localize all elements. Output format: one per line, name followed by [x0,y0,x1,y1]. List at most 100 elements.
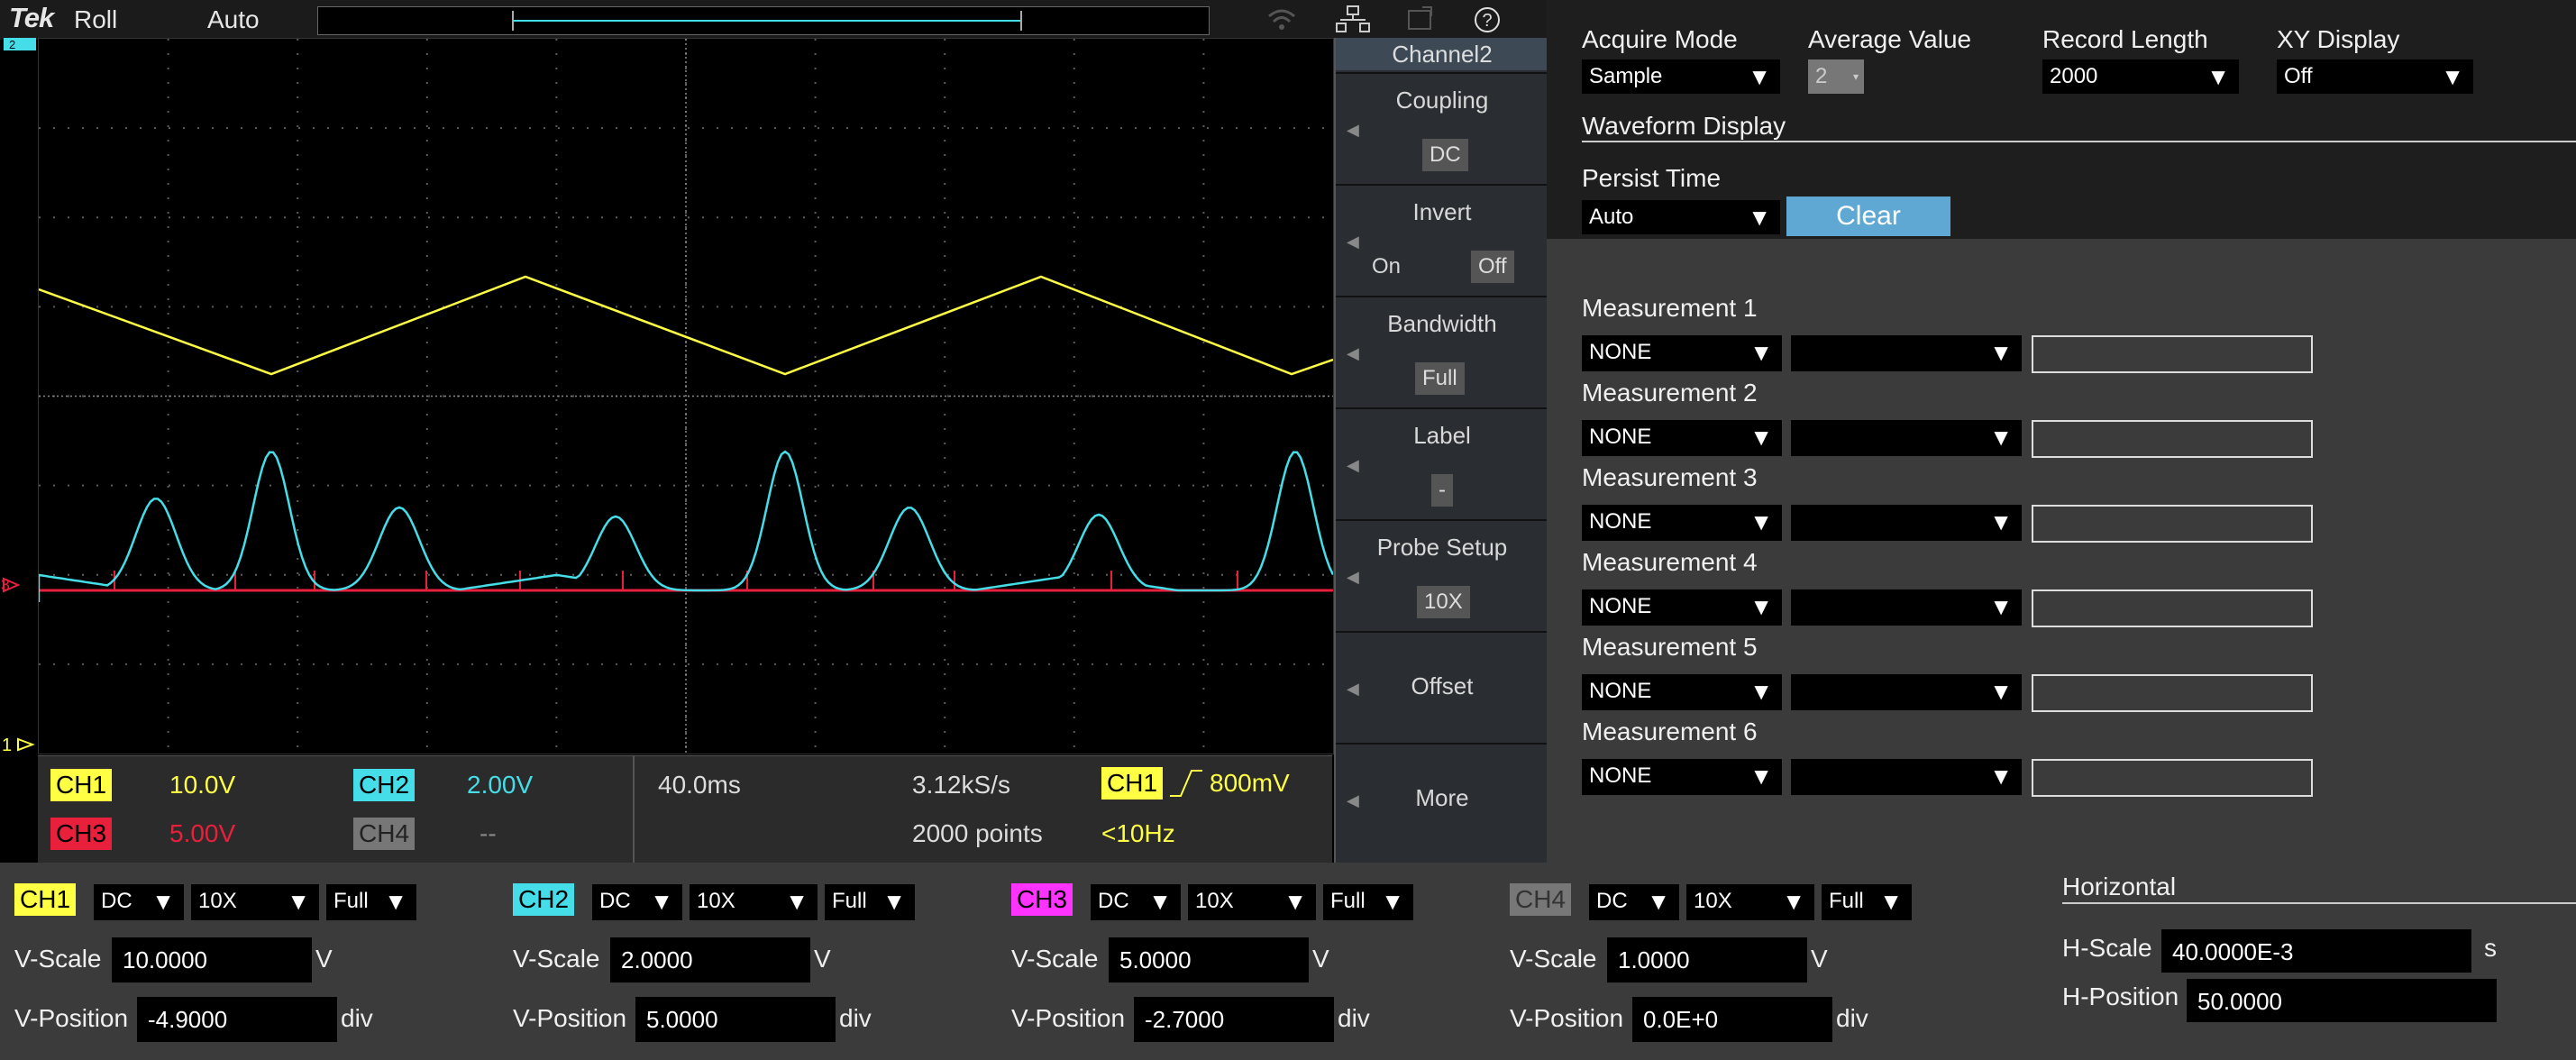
ch2-marker[interactable]: 2 [4,38,36,51]
grid-dot [1202,544,1205,545]
network-icon[interactable] [1336,5,1370,41]
v-scale-input[interactable]: 10.0000 [112,937,312,982]
bandwidth-select[interactable]: Full ▼ [1323,884,1413,920]
acquire-mode-select[interactable]: Sample ▼ [1582,59,1780,94]
v-scale-input[interactable]: 5.0000 [1109,937,1309,982]
bandwidth-select[interactable]: Full ▼ [1822,884,1912,920]
v-position-input[interactable]: 5.0000 [635,997,836,1042]
measurement-source-select[interactable]: ▼ [1791,674,2022,710]
grid-dot [558,484,560,487]
bandwidth-value: Full [1330,889,1366,913]
grid-dot [1178,484,1180,487]
coupling-select[interactable]: DC ▼ [592,884,682,920]
acq-mode-label[interactable]: Roll [74,5,117,34]
more-menu-item[interactable]: ◀ More [1336,743,1548,863]
v-position-input[interactable]: -2.7000 [1134,997,1334,1042]
grid-dot [1019,573,1021,576]
record-timeline[interactable] [317,6,1210,35]
label-value[interactable]: - [1431,474,1453,507]
label-label: Label [1413,422,1471,449]
grid-dot [1073,226,1075,228]
grid-dot [1063,127,1064,130]
channel-tag-ch1[interactable]: CH1 [14,883,77,916]
ch4-scale[interactable]: -- [480,819,497,848]
record-length-select[interactable]: 2000 ▼ [2042,59,2239,94]
measurement-type-select[interactable]: NONE ▼ [1582,589,1782,626]
coupling-select[interactable]: DC ▼ [94,884,184,920]
coupling-select[interactable]: DC ▼ [1589,884,1679,920]
grid-dot [1149,216,1151,219]
dropdown-arrow-icon: ▼ [785,888,808,915]
help-icon[interactable]: ? [1473,5,1502,41]
grid-dot [298,573,300,576]
measurement-source-select[interactable]: ▼ [1791,759,2022,795]
measurement-type-select[interactable]: NONE ▼ [1582,335,1782,371]
measurement-type-select[interactable]: NONE ▼ [1582,505,1782,541]
ch3-tag[interactable]: CH3 [50,818,113,850]
bandwidth-menu-item[interactable]: ◀ Bandwidth Full [1336,296,1548,407]
channel-tag-ch2[interactable]: CH2 [513,883,575,916]
measurement-type-select[interactable]: NONE ▼ [1582,759,1782,795]
coupling-menu-item[interactable]: ◀ Coupling DC [1336,72,1548,184]
v-position-input[interactable]: 0.0E+0 [1632,997,1832,1042]
offset-menu-item[interactable]: ◀ Offset [1336,631,1548,743]
status-divider [633,756,635,863]
measurement-type-select[interactable]: NONE ▼ [1582,420,1782,456]
invert-off-option[interactable]: Off [1471,251,1514,283]
ch3-scale[interactable]: 5.00V [169,819,235,848]
grid-dot [425,53,428,55]
probe-select[interactable]: 10X ▼ [1188,884,1316,920]
ch4-tag[interactable]: CH4 [353,818,416,850]
grid-dot [167,169,169,170]
invert-on-option[interactable]: On [1372,254,1401,279]
v-scale-input[interactable]: 2.0000 [610,937,810,982]
bandwidth-select[interactable]: Full ▼ [326,884,416,920]
label-menu-item[interactable]: ◀ Label - [1336,407,1548,519]
coupling-select[interactable]: DC ▼ [1091,884,1181,920]
grid-dot [53,484,55,487]
grid-dot [731,662,733,665]
grid-dot [399,306,401,308]
grid-dot [1073,241,1075,242]
probe-select[interactable]: 10X ▼ [1686,884,1814,920]
waveform-graticule[interactable] [37,38,1335,754]
trigger-level[interactable]: 800mV [1210,769,1290,798]
probe-setup-menu-item[interactable]: ◀ Probe Setup 10X [1336,519,1548,631]
measurement-type-select[interactable]: NONE ▼ [1582,674,1782,710]
channel-tag-ch4[interactable]: CH4 [1510,883,1572,916]
measurement-source-select[interactable]: ▼ [1791,589,2022,626]
ch3-marker[interactable]: 3 [1,576,21,594]
v-position-input[interactable]: -4.9000 [137,997,337,1042]
grid-dot [1073,572,1075,574]
ch1-tag[interactable]: CH1 [50,769,113,801]
ch2-tag[interactable]: CH2 [353,769,416,801]
h-position-input[interactable]: 50.0000 [2187,979,2497,1022]
persist-time-select[interactable]: Auto ▼ [1582,200,1780,234]
xy-display-select[interactable]: Off ▼ [2277,59,2473,94]
probe-select[interactable]: 10X ▼ [191,884,319,920]
ch1-scale[interactable]: 10.0V [169,771,235,800]
trigger-mode-label[interactable]: Auto [207,5,260,34]
measurement-source-select[interactable]: ▼ [1791,420,2022,456]
invert-menu-item[interactable]: ◀ Invert On Off [1336,184,1548,296]
trigger-source-tag[interactable]: CH1 [1101,767,1164,800]
timebase[interactable]: 40.0ms [658,771,741,800]
ch1-marker[interactable]: 1 [2,736,35,755]
grid-dot [814,399,817,401]
measurement-source-select[interactable]: ▼ [1791,505,2022,541]
grid-dot [814,298,817,300]
h-scale-input[interactable]: 40.0000E-3 [2161,929,2471,973]
probe-select[interactable]: 10X ▼ [690,884,818,920]
export-icon[interactable] [1406,5,1437,39]
bandwidth-select[interactable]: Full ▼ [825,884,915,920]
grid-dot [731,127,733,130]
measurement-source-select[interactable]: ▼ [1791,335,2022,371]
grid-dot [255,662,257,665]
coupling-value[interactable]: DC [1422,139,1468,171]
bandwidth-value[interactable]: Full [1415,362,1465,395]
channel-tag-ch3[interactable]: CH3 [1011,883,1073,916]
v-scale-input[interactable]: 1.0000 [1607,937,1807,982]
probe-setup-value[interactable]: 10X [1417,586,1470,618]
clear-button[interactable]: Clear [1786,196,1950,236]
ch2-scale[interactable]: 2.00V [467,771,533,800]
